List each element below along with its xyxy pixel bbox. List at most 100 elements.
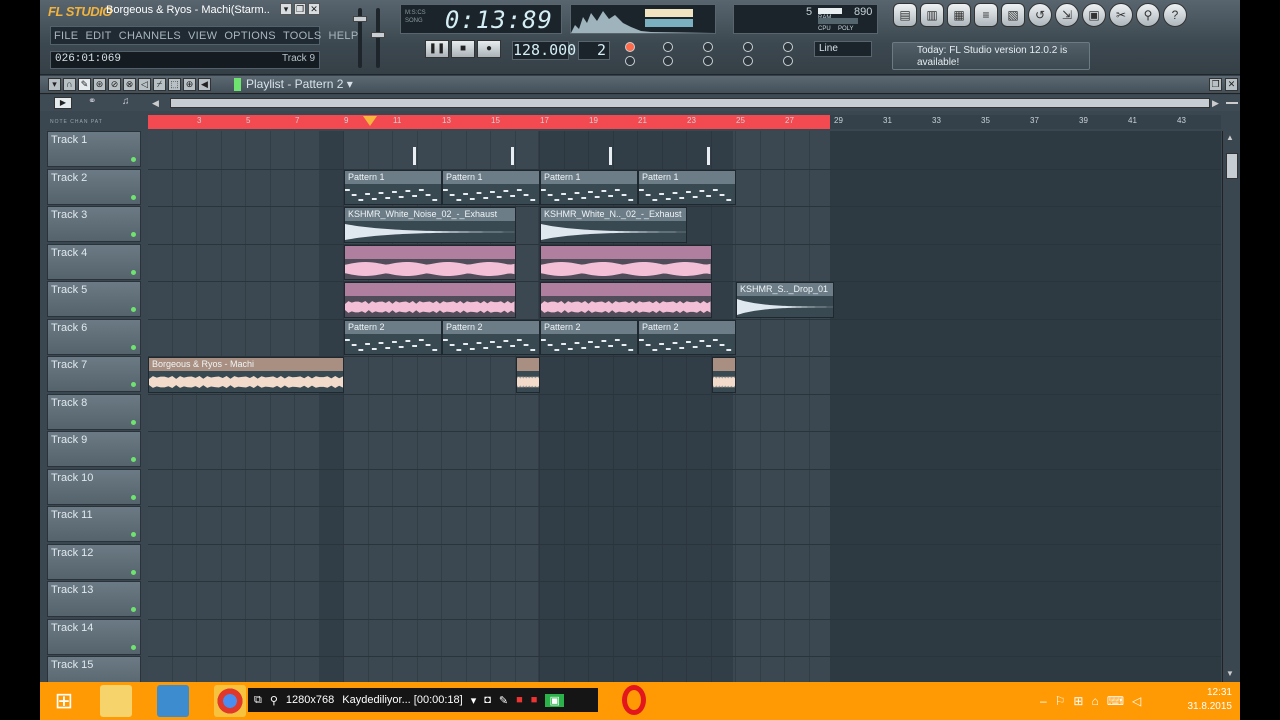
paint-icon[interactable]: ⊛ xyxy=(93,78,106,91)
magnet-icon[interactable]: ∩ xyxy=(63,78,76,91)
menu-help[interactable]: HELP xyxy=(329,30,359,42)
automation-view-icon[interactable]: ♫ xyxy=(122,97,140,109)
step-sequencer-icon[interactable]: ▦ xyxy=(947,3,971,27)
time-display[interactable]: M:S:CS SONG 0:13:89 xyxy=(400,4,562,34)
track-header[interactable]: Track 7 xyxy=(47,356,141,392)
track-header[interactable]: Track 6 xyxy=(47,318,141,355)
playlist-clip[interactable]: Pattern 1 xyxy=(344,169,442,205)
stop-record-icon[interactable]: ■ xyxy=(516,694,523,706)
playlist-title[interactable]: Playlist - Pattern 2 ▾ xyxy=(246,77,353,91)
playlist-clip[interactable]: KSHMR_White_Noise_02_-_Exhaust xyxy=(344,207,516,243)
windows-start-icon[interactable]: ⊞ xyxy=(48,685,80,717)
magnifier-icon[interactable]: ⚲ xyxy=(270,694,278,707)
automation-marker-icon[interactable] xyxy=(511,147,514,165)
system-tray-icons[interactable]: –⚐⊞⌂⌨◁ xyxy=(1040,694,1149,708)
tools-icon[interactable]: ✂ xyxy=(1109,3,1133,27)
playlist-clip[interactable] xyxy=(344,244,516,280)
slip-icon[interactable]: ◁ xyxy=(138,78,151,91)
track-header[interactable]: Track 11 xyxy=(47,506,141,542)
pen-icon[interactable]: ✎ xyxy=(499,694,508,707)
track-enable-icon[interactable] xyxy=(131,382,136,387)
track-header[interactable]: Track 1 xyxy=(47,131,141,167)
playlist-clip[interactable] xyxy=(515,357,540,393)
record-app-icon[interactable]: ▣ xyxy=(545,693,564,707)
menu-file[interactable]: FILE xyxy=(54,30,78,42)
restore-button[interactable]: ❐ xyxy=(294,3,306,15)
track-header[interactable]: Track 13 xyxy=(47,581,141,617)
playlist-clip[interactable]: Pattern 1 xyxy=(442,169,540,205)
playlist-clip[interactable]: Pattern 1 xyxy=(540,169,638,205)
playlist-clip[interactable]: Pattern 2 xyxy=(540,319,638,355)
track-enable-icon[interactable] xyxy=(131,532,136,537)
maximize-icon[interactable]: ❐ xyxy=(1209,78,1222,91)
scroll-right-icon[interactable]: ▶ xyxy=(1212,98,1219,109)
resolution-label[interactable]: 1280x768 xyxy=(286,694,334,706)
news-panel[interactable]: Today: FL Studio version 12.0.2 is avail… xyxy=(892,42,1090,70)
slice-icon[interactable]: ⌿ xyxy=(153,78,166,91)
track-header[interactable]: Track 12 xyxy=(47,543,141,580)
automation-marker-icon[interactable] xyxy=(413,147,416,165)
playlist-clip[interactable] xyxy=(540,244,712,280)
track-header[interactable]: Track 10 xyxy=(47,468,141,505)
track-enable-icon[interactable] xyxy=(131,307,136,312)
mute-icon[interactable]: ⊗ xyxy=(123,78,136,91)
playlist-clip[interactable] xyxy=(711,357,736,393)
save-icon[interactable]: ▣ xyxy=(1082,3,1106,27)
playlist-clip[interactable]: Pattern 2 xyxy=(638,319,736,355)
track-enable-icon[interactable] xyxy=(131,457,136,462)
undo-icon[interactable]: ↺ xyxy=(1028,3,1052,27)
menu-channels[interactable]: CHANNELS xyxy=(119,30,181,42)
stop-button[interactable]: ■ xyxy=(451,40,475,58)
metronome-led[interactable] xyxy=(625,42,635,52)
snap-selector[interactable]: Line xyxy=(814,41,872,57)
pencil-icon[interactable]: ✎ xyxy=(78,78,91,91)
playlist-grid[interactable]: Pattern 1 Pattern 1 Pattern 1 Pattern 1 KSHM… xyxy=(148,131,1221,682)
scroll-led[interactable] xyxy=(743,56,753,66)
menu-arrow-icon[interactable]: ▾ xyxy=(48,78,61,91)
pattern-selector[interactable]: 2 xyxy=(578,41,610,60)
playlist-clip[interactable]: KSHMR_S.._Drop_01 xyxy=(736,282,834,318)
track-header[interactable]: Track 3 xyxy=(47,206,141,242)
close-icon[interactable]: ✕ xyxy=(1225,78,1238,91)
help-icon[interactable]: ? xyxy=(1163,3,1187,27)
track-header[interactable]: Track 5 xyxy=(47,281,141,317)
select-icon[interactable]: ⬚ xyxy=(168,78,181,91)
playhead-marker-icon[interactable] xyxy=(363,116,377,126)
scroll-down-icon[interactable]: ▼ xyxy=(1226,669,1234,678)
browser-icon[interactable]: ▧ xyxy=(1001,3,1025,27)
track-enable-icon[interactable] xyxy=(131,157,136,162)
master-volume-slider[interactable] xyxy=(353,8,367,68)
playlist-clip[interactable] xyxy=(344,282,516,318)
master-pitch-slider[interactable] xyxy=(371,8,385,68)
mixer-icon[interactable]: ≡ xyxy=(974,3,998,27)
automation-marker-icon[interactable] xyxy=(707,147,710,165)
multilink-led[interactable] xyxy=(783,42,793,52)
vertical-scrollbar[interactable]: ▲ ▼ xyxy=(1222,131,1240,682)
zoom-icon[interactable]: ⊕ xyxy=(183,78,196,91)
playlist-clip[interactable]: Pattern 2 xyxy=(344,319,442,355)
timeline-ruler[interactable]: 3 5 7 9 11 13 15 17 19 21 23 25 27 29 31 33 35 37 39 41 43 xyxy=(148,115,1221,129)
camera-icon[interactable]: ◘ xyxy=(484,694,491,706)
scroll-left-icon[interactable]: ◀ xyxy=(152,98,159,109)
track-header[interactable]: Track 8 xyxy=(47,393,141,430)
track-header[interactable]: Track 14 xyxy=(47,618,141,655)
track-enable-icon[interactable] xyxy=(131,194,136,200)
piano-roll-icon[interactable]: ▥ xyxy=(920,3,944,27)
render-icon[interactable]: ⇲ xyxy=(1055,3,1079,27)
close-button[interactable]: ✕ xyxy=(308,3,320,15)
menu-options[interactable]: OPTIONS xyxy=(224,30,276,42)
search-icon[interactable]: ⚲ xyxy=(1136,3,1160,27)
audio-view-icon[interactable]: ⚭ xyxy=(88,97,106,109)
horizontal-scrollbar[interactable] xyxy=(170,98,1210,108)
minimize-button[interactable]: ▾ xyxy=(280,3,292,15)
scroll-up-icon[interactable]: ▲ xyxy=(1226,133,1234,142)
taskbar-clock[interactable]: 12:31 31.8.2015 xyxy=(1188,686,1233,714)
track-enable-icon[interactable] xyxy=(131,569,136,575)
tempo-display[interactable]: 128.000 xyxy=(512,41,576,60)
playlist-clip[interactable]: Pattern 1 xyxy=(638,169,736,205)
pause-button[interactable]: ❚❚ xyxy=(425,40,449,58)
track-header[interactable]: Track 4 xyxy=(47,243,141,280)
loop-record-led[interactable] xyxy=(743,42,753,52)
track-enable-icon[interactable] xyxy=(131,232,136,237)
track-enable-icon[interactable] xyxy=(131,494,136,500)
